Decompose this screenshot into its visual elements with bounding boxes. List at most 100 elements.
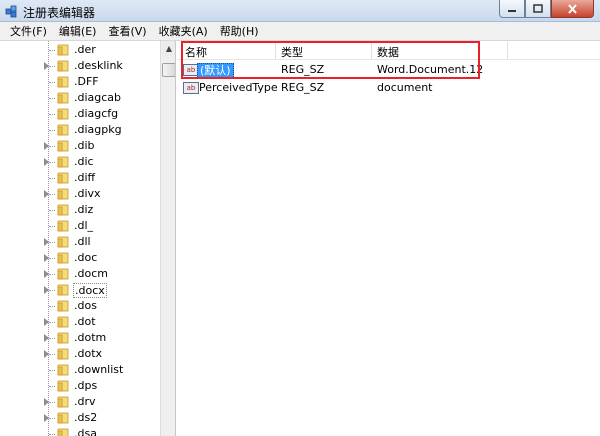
tree-item[interactable]: .dsa (0, 426, 160, 436)
tree-connector (49, 322, 55, 323)
menu-favorites[interactable]: 收藏夹(A) (153, 22, 214, 41)
tree-item-label: .dotx (74, 347, 103, 360)
column-header: 名称 类型 数据 (177, 41, 600, 60)
tree-item[interactable]: .dos (0, 298, 160, 314)
window-title: 注册表编辑器 (23, 6, 96, 20)
tree-item-label: .docx (73, 283, 107, 298)
expand-arrow-icon[interactable] (44, 62, 49, 70)
tree-item[interactable]: .doc (0, 250, 160, 266)
folder-icon (57, 348, 69, 360)
tree-item[interactable]: .der (0, 42, 160, 58)
tree-item-label: .diz (74, 203, 94, 216)
scroll-thumb[interactable] (162, 63, 175, 77)
expand-arrow-icon[interactable] (44, 142, 49, 150)
values-pane[interactable]: 名称 类型 数据 ab (默认) REG_SZ Word.Document.12… (177, 41, 600, 436)
folder-icon (57, 380, 69, 392)
tree-connector (49, 162, 55, 163)
expand-arrow-icon[interactable] (44, 254, 49, 262)
folder-icon (57, 204, 69, 216)
expand-arrow-icon[interactable] (44, 286, 49, 294)
tree-item[interactable]: .dib (0, 138, 160, 154)
tree-item[interactable]: .divx (0, 186, 160, 202)
tree-item[interactable]: .diagcfg (0, 106, 160, 122)
value-row-default[interactable]: ab (默认) REG_SZ Word.Document.12 (177, 61, 600, 79)
tree-item-label: .dos (74, 299, 97, 312)
expand-arrow-icon[interactable] (44, 414, 49, 422)
tree-item-label: .downlist (74, 363, 124, 376)
tree-item-label: .divx (74, 187, 101, 200)
expand-arrow-icon[interactable] (44, 270, 49, 278)
tree-item[interactable]: .drv (0, 394, 160, 410)
column-divider[interactable] (275, 42, 276, 59)
tree-item[interactable]: .diff (0, 170, 160, 186)
tree-connector (49, 386, 55, 387)
tree-scrollbar[interactable]: ▲ (160, 41, 175, 436)
column-data-header[interactable]: 数据 (377, 44, 399, 60)
tree-connector (49, 98, 55, 99)
tree-connector (49, 274, 55, 275)
tree-connector (49, 82, 55, 83)
close-button[interactable] (551, 0, 594, 18)
tree-item-label: .DFF (74, 75, 99, 88)
expand-arrow-icon[interactable] (44, 158, 49, 166)
tree-item[interactable]: .downlist (0, 362, 160, 378)
folder-icon (57, 300, 69, 312)
tree-item-label: .dib (74, 139, 95, 152)
tree-connector (49, 290, 55, 291)
expand-arrow-icon[interactable] (44, 350, 49, 358)
tree-item[interactable]: .dic (0, 154, 160, 170)
tree-connector (49, 354, 55, 355)
minimize-button[interactable] (499, 0, 525, 18)
value-type: REG_SZ (281, 63, 325, 76)
tree-item-label: .dotm (74, 331, 107, 344)
tree-connector (49, 146, 55, 147)
tree-item[interactable]: .docm (0, 266, 160, 282)
maximize-icon (533, 3, 543, 13)
tree-item[interactable]: .diagcab (0, 90, 160, 106)
menu-help[interactable]: 帮助(H) (214, 22, 265, 41)
tree-item[interactable]: .dot (0, 314, 160, 330)
tree-item[interactable]: .dotx (0, 346, 160, 362)
expand-arrow-icon[interactable] (44, 238, 49, 246)
tree-connector (49, 194, 55, 195)
folder-icon (57, 108, 69, 120)
expand-arrow-icon[interactable] (44, 334, 49, 342)
scroll-up-arrow[interactable]: ▲ (162, 41, 175, 56)
tree-item[interactable]: .dotm (0, 330, 160, 346)
tree-item[interactable]: .desklink (0, 58, 160, 74)
tree-item[interactable]: .docx (0, 282, 160, 298)
expand-arrow-icon[interactable] (44, 190, 49, 198)
expand-arrow-icon[interactable] (44, 398, 49, 406)
menu-edit[interactable]: 编辑(E) (53, 22, 103, 41)
folder-icon (57, 428, 69, 436)
minimize-icon (508, 9, 516, 12)
maximize-button[interactable] (525, 0, 551, 18)
tree-item-label: .dot (74, 315, 96, 328)
expand-arrow-icon[interactable] (44, 318, 49, 326)
value-name: PerceivedType (199, 81, 278, 94)
tree-item[interactable]: .dl_ (0, 218, 160, 234)
tree-connector (49, 306, 55, 307)
menu-view[interactable]: 查看(V) (102, 22, 152, 41)
tree-item[interactable]: .diagpkg (0, 122, 160, 138)
column-name-header[interactable]: 名称 (185, 44, 207, 60)
tree-connector (49, 210, 55, 211)
tree-item[interactable]: .DFF (0, 74, 160, 90)
tree-item[interactable]: .dps (0, 378, 160, 394)
tree-item[interactable]: .diz (0, 202, 160, 218)
value-type: REG_SZ (281, 81, 325, 94)
tree-item[interactable]: .dll (0, 234, 160, 250)
key-tree-pane[interactable]: .der .desklink .DFF .diagcab .diagcfg .diagpk… (0, 41, 176, 436)
tree-item-label: .dic (74, 155, 94, 168)
folder-icon (57, 316, 69, 328)
value-data: Word.Document.12 (377, 63, 484, 76)
value-row-perceivedtype[interactable]: ab PerceivedType REG_SZ document (177, 79, 600, 97)
column-type-header[interactable]: 类型 (281, 44, 303, 60)
tree-connector (49, 418, 55, 419)
menu-file[interactable]: 文件(F) (4, 22, 53, 41)
column-divider[interactable] (371, 42, 372, 59)
tree-item[interactable]: .ds2 (0, 410, 160, 426)
column-divider[interactable] (507, 42, 508, 59)
tree-item-label: .der (74, 43, 96, 56)
folder-icon (57, 76, 69, 88)
